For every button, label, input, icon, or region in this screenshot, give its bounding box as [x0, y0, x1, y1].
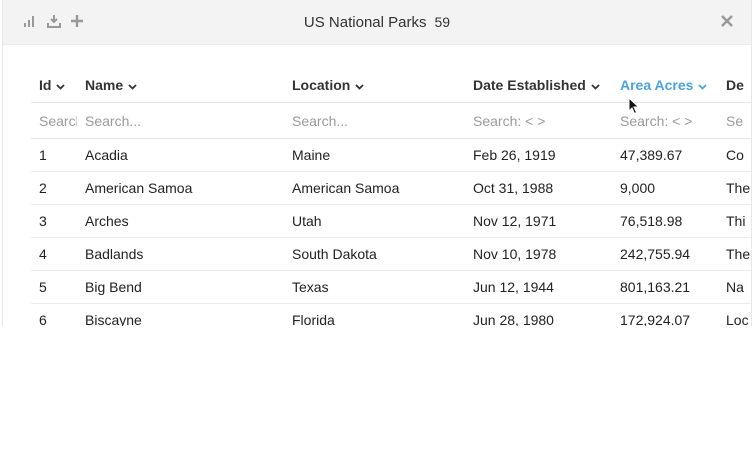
search-input-date[interactable]	[473, 112, 612, 129]
column-header-date-established[interactable]: Date Established	[465, 68, 612, 103]
search-input-name[interactable]	[85, 112, 284, 129]
cell-location: South Dakota	[284, 237, 465, 271]
column-label: Name	[85, 77, 124, 93]
column-label: Id	[39, 77, 52, 93]
column-header-name[interactable]: Name	[77, 68, 284, 103]
search-row	[31, 102, 751, 139]
table-row[interactable]: 2 American Samoa American Samoa Oct 31, …	[31, 171, 751, 205]
title-bar: US National Parks 59	[3, 0, 751, 45]
chevron-down-icon	[698, 77, 708, 93]
cell-location: Texas	[284, 270, 465, 304]
mouse-pointer-icon	[628, 96, 640, 120]
chevron-down-icon	[591, 77, 600, 93]
cell-location: Utah	[284, 204, 465, 238]
chevron-down-icon	[128, 77, 137, 93]
cell-area: 76,518.98	[612, 204, 718, 238]
cell-area: 172,924.07	[612, 303, 718, 326]
title-text: US National Parks	[303, 14, 427, 31]
close-icon[interactable]	[721, 14, 733, 32]
cell-area: 9,000	[612, 171, 718, 205]
table-row[interactable]: 5 Big Bend Texas Jun 12, 1944 801,163.21…	[31, 270, 751, 304]
data-table: Id Name Location Date Established Area A…	[31, 68, 751, 326]
cell-name: Acadia	[77, 138, 284, 172]
cell-name: Arches	[77, 204, 284, 238]
cell-date: Jun 12, 1944	[465, 270, 612, 304]
cell-area: 47,389.67	[612, 138, 718, 172]
cell-location: Maine	[284, 138, 465, 172]
cell-date: Jun 28, 1980	[465, 303, 612, 326]
column-label: Date Established	[473, 77, 586, 93]
column-label: De	[726, 77, 744, 93]
cell-date: Oct 31, 1988	[465, 171, 612, 205]
cell-id: 1	[31, 138, 77, 172]
cell-description: Loc	[718, 303, 751, 326]
cell-id: 5	[31, 270, 77, 304]
cell-id: 4	[31, 237, 77, 271]
cell-description: Na	[718, 270, 751, 304]
column-header-id[interactable]: Id	[31, 68, 77, 103]
table-row[interactable]: 4 Badlands South Dakota Nov 10, 1978 242…	[31, 237, 751, 271]
cell-name: Badlands	[77, 237, 284, 271]
cell-id: 6	[31, 303, 77, 326]
cell-description: The	[718, 171, 751, 205]
column-label: Location	[292, 77, 351, 93]
column-header-location[interactable]: Location	[284, 68, 465, 103]
cell-date: Feb 26, 1919	[465, 138, 612, 172]
cell-location: Florida	[284, 303, 465, 326]
search-input-description[interactable]	[726, 112, 751, 129]
chevron-down-icon	[56, 77, 66, 93]
column-label: Area Acres	[620, 77, 694, 93]
search-input-id[interactable]	[39, 112, 77, 129]
cell-location: American Samoa	[284, 171, 465, 205]
page-title: US National Parks 59	[3, 14, 751, 31]
cell-name: Big Bend	[77, 270, 284, 304]
cell-description: The	[718, 237, 751, 271]
cell-id: 3	[31, 204, 77, 238]
table-panel: US National Parks 59 Id Name Location Dat…	[2, 0, 752, 326]
record-count: 59	[434, 14, 451, 30]
cell-name: American Samoa	[77, 171, 284, 205]
data-table-container: Id Name Location Date Established Area A…	[31, 68, 751, 326]
cell-area: 801,163.21	[612, 270, 718, 304]
cell-date: Nov 12, 1971	[465, 204, 612, 238]
table-row[interactable]: 3 Arches Utah Nov 12, 1971 76,518.98 Thi	[31, 204, 751, 238]
column-header-description[interactable]: De	[718, 68, 751, 103]
cell-name: Biscayne	[77, 303, 284, 326]
header-row: Id Name Location Date Established Area A…	[31, 68, 751, 103]
table-row[interactable]: 1 Acadia Maine Feb 26, 1919 47,389.67 Co	[31, 138, 751, 172]
chevron-down-icon	[355, 77, 364, 93]
cell-description: Co	[718, 138, 751, 172]
cell-area: 242,755.94	[612, 237, 718, 271]
cell-id: 2	[31, 171, 77, 205]
cell-date: Nov 10, 1978	[465, 237, 612, 271]
search-input-location[interactable]	[292, 112, 465, 129]
cell-description: Thi	[718, 204, 751, 238]
table-row[interactable]: 6 Biscayne Florida Jun 28, 1980 172,924.…	[31, 303, 751, 326]
